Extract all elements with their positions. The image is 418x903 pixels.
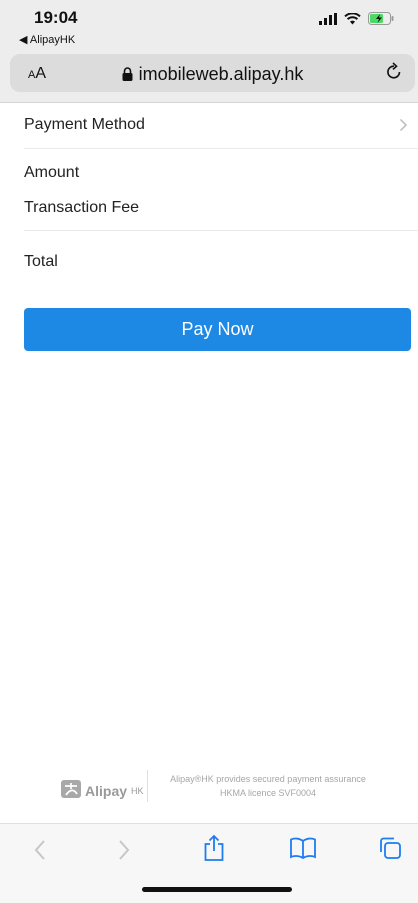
transaction-fee-label: Transaction Fee (24, 199, 140, 216)
divider (24, 230, 418, 231)
assurance-line: Alipay®HK provides secured payment assur… (170, 774, 366, 784)
forward-icon[interactable] (117, 838, 131, 867)
licence-line: HKMA licence SVF0004 (219, 788, 317, 798)
home-indicator[interactable] (142, 887, 292, 892)
battery-icon (368, 12, 394, 30)
back-icon[interactable] (33, 838, 47, 867)
footer-brand-suffix: HK (131, 785, 144, 796)
alipay-logo-icon (61, 780, 81, 801)
divider (24, 148, 418, 149)
alipayhk-logo: Alipay HK (61, 780, 144, 801)
amount-row: Amount (24, 164, 408, 182)
amount-label: Amount (24, 164, 80, 181)
status-bar: 19:04 ◀ AlipayHK (0, 0, 418, 50)
system-icons (319, 12, 394, 30)
reload-icon[interactable] (385, 62, 403, 87)
wifi-icon (344, 12, 361, 30)
footer-separator (147, 770, 148, 802)
lock-icon (122, 65, 133, 86)
share-icon[interactable] (203, 834, 225, 867)
address-bar[interactable]: AA imobileweb.alipay.hk (10, 54, 415, 92)
chevron-right-icon[interactable] (399, 118, 408, 137)
browser-address-area: AA imobileweb.alipay.hk (0, 50, 418, 103)
payment-method-label: Payment Method (24, 116, 145, 133)
total-row: Total (24, 253, 408, 271)
footer-assurance-text: Alipay®HK provides secured payment assur… (153, 772, 383, 800)
url-text: imobileweb.alipay.hk (138, 64, 304, 84)
footer-brand: Alipay (85, 782, 128, 799)
cellular-signal-icon (319, 12, 337, 30)
bookmarks-icon[interactable] (289, 837, 317, 864)
back-to-app-link[interactable]: ◀ AlipayHK (19, 33, 75, 46)
status-time: 19:04 (34, 8, 78, 27)
footer: Alipay HK Alipay®HK provides secured paym… (0, 770, 418, 804)
payment-method-row[interactable]: Payment Method (24, 116, 408, 134)
tabs-icon[interactable] (378, 836, 402, 865)
total-label: Total (24, 253, 58, 270)
pay-now-button[interactable]: Pay Now (24, 308, 411, 351)
transaction-fee-row: Transaction Fee (24, 199, 408, 217)
url-display[interactable]: imobileweb.alipay.hk (10, 64, 415, 86)
